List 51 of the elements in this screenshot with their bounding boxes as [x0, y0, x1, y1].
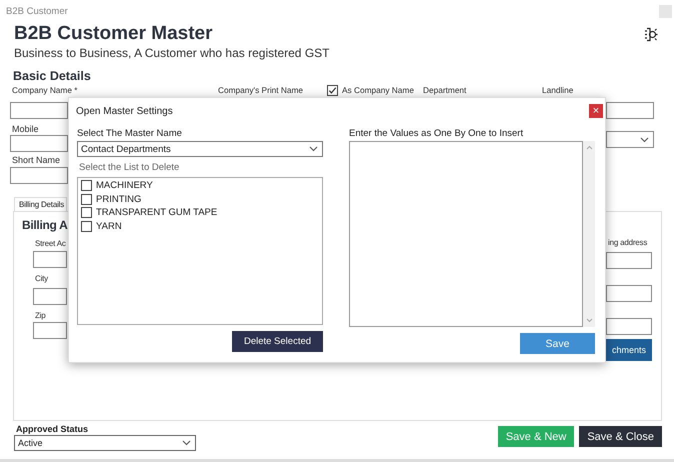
field-label: Approved Status	[15, 424, 90, 435]
status-dropdown[interactable]: Active	[14, 435, 196, 451]
checkbox-label[interactable]: YARN	[96, 220, 122, 232]
window-title: B2B Customer	[6, 6, 68, 16]
input-field[interactable]	[10, 167, 68, 184]
input-field[interactable]	[10, 135, 68, 152]
page-title: B2B Customer Master	[14, 22, 212, 46]
input-field[interactable]	[606, 252, 652, 269]
chevron-down-icon	[182, 440, 191, 446]
attachments-button[interactable]: chments	[606, 339, 652, 361]
field-label: Company Name *	[12, 85, 78, 96]
field-label: ing address	[607, 237, 648, 249]
input-field[interactable]	[33, 288, 67, 305]
field-label: Mobile	[12, 123, 39, 135]
save-close-button[interactable]: Save & Close	[579, 426, 662, 447]
checkbox[interactable]	[81, 194, 92, 205]
checkbox[interactable]	[327, 85, 338, 96]
dialog-title: Open Master Settings	[76, 106, 173, 116]
chevron-down-icon	[640, 136, 649, 142]
checkbox-label[interactable]: MACHINERY	[96, 180, 153, 192]
field-label: Department	[423, 85, 468, 96]
input-field[interactable]	[10, 102, 68, 119]
page-subtitle: Business to Business, A Customer who has registered GST	[13, 46, 330, 60]
checkbox-label[interactable]: PRINTING	[96, 194, 142, 205]
input-field[interactable]	[606, 285, 652, 302]
input-field[interactable]	[33, 322, 67, 339]
field-label: Landline	[542, 85, 574, 96]
close-button[interactable]: ×	[589, 104, 603, 118]
tab[interactable]: Billing Details	[14, 197, 67, 211]
checkbox-label[interactable]: As Company Name	[342, 85, 414, 96]
section-heading: Basic Details	[12, 68, 92, 84]
checkbox[interactable]	[81, 180, 92, 192]
field-label: Street Ac	[34, 238, 66, 250]
input-field[interactable]	[606, 318, 652, 335]
checkbox[interactable]	[81, 207, 92, 218]
checkbox-label[interactable]: TRANSPARENT GUM TAPE	[96, 207, 218, 218]
field-label: Select The Master Name	[77, 128, 183, 140]
field-label: Enter the Values as One By One to Insert	[349, 128, 524, 140]
field-label: Zip	[34, 310, 46, 322]
field-label: Company's Print Name	[218, 85, 304, 96]
master-dropdown[interactable]: Contact Departments	[77, 141, 323, 157]
field-label: Short Name	[12, 154, 60, 166]
checkbox[interactable]	[81, 220, 92, 232]
delete-selected-button[interactable]: Delete Selected	[232, 331, 323, 352]
chevron-down-icon	[309, 146, 318, 152]
dropdown[interactable]	[606, 131, 654, 148]
input-field[interactable]	[606, 102, 654, 119]
field-label: City	[34, 273, 48, 285]
input-field[interactable]	[33, 251, 67, 268]
section-heading: Billing A	[22, 217, 68, 234]
list-label: Select the List to Delete	[78, 162, 180, 173]
